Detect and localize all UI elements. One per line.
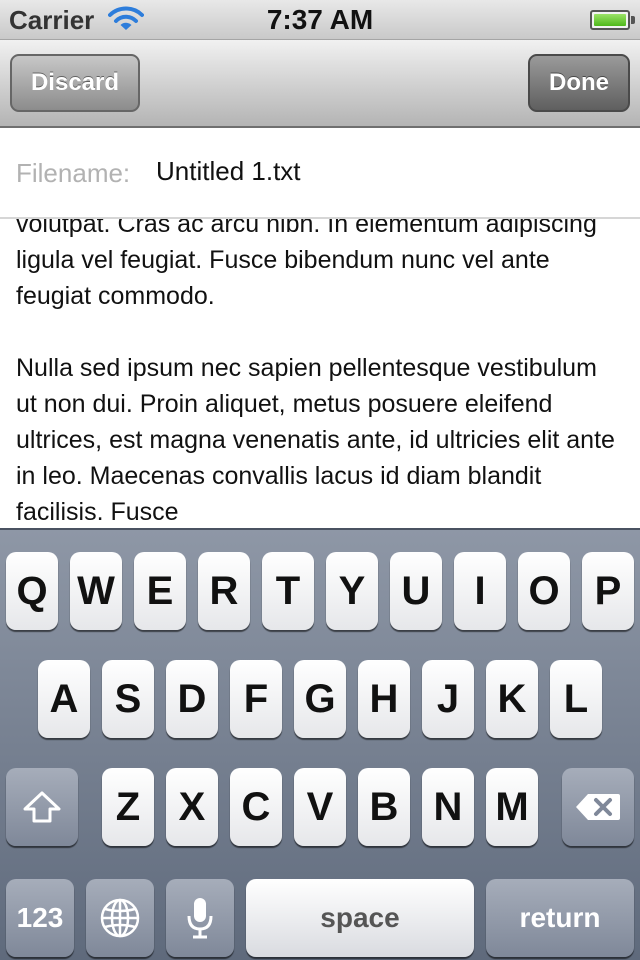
key-j[interactable]: J [422,660,474,738]
key-v[interactable]: V [294,768,346,846]
key-b[interactable]: B [358,768,410,846]
key-l[interactable]: L [550,660,602,738]
clock: 7:37 AM [266,4,374,35]
navigation-bar: Discard Done [0,40,640,128]
space-key[interactable]: space [246,879,474,957]
key-a[interactable]: A [38,660,90,738]
text-editor[interactable]: volutpat. Cras ac arcu nibh. In elementu… [0,219,640,528]
globe-icon [100,898,140,938]
key-g[interactable]: G [294,660,346,738]
delete-key[interactable] [562,768,634,846]
key-s[interactable]: S [102,660,154,738]
key-u[interactable]: U [390,552,442,630]
keyboard: Q W E R T Y U I O P A S D F G H J K L Z … [0,528,640,960]
key-m[interactable]: M [486,768,538,846]
key-e[interactable]: E [134,552,186,630]
key-t[interactable]: T [262,552,314,630]
filename-input[interactable] [156,156,616,187]
done-button[interactable]: Done [528,54,630,112]
key-z[interactable]: Z [102,768,154,846]
numbers-key[interactable]: 123 [6,879,74,957]
key-d[interactable]: D [166,660,218,738]
key-i[interactable]: I [454,552,506,630]
microphone-icon [187,898,213,939]
key-q[interactable]: Q [6,552,58,630]
filename-row: Filename: [0,130,640,219]
key-n[interactable]: N [422,768,474,846]
text-paragraph: volutpat. Cras ac arcu nibh. In elementu… [16,219,597,310]
delete-icon [576,794,620,820]
key-r[interactable]: R [198,552,250,630]
globe-key[interactable] [86,879,154,957]
key-y[interactable]: Y [326,552,378,630]
key-p[interactable]: P [582,552,634,630]
key-w[interactable]: W [70,552,122,630]
shift-icon [23,791,61,823]
battery-icon [590,10,635,30]
key-k[interactable]: K [486,660,538,738]
text-paragraph: Nulla sed ipsum nec sapien pellentesque … [16,354,615,526]
shift-key[interactable] [6,768,78,846]
dictation-key[interactable] [166,879,234,957]
key-c[interactable]: C [230,768,282,846]
discard-button[interactable]: Discard [10,54,140,112]
key-o[interactable]: O [518,552,570,630]
status-bar: Carrier 7:37 AM [0,0,640,40]
key-h[interactable]: H [358,660,410,738]
key-f[interactable]: F [230,660,282,738]
filename-label: Filename: [16,158,131,188]
key-x[interactable]: X [166,768,218,846]
return-key[interactable]: return [486,879,634,957]
